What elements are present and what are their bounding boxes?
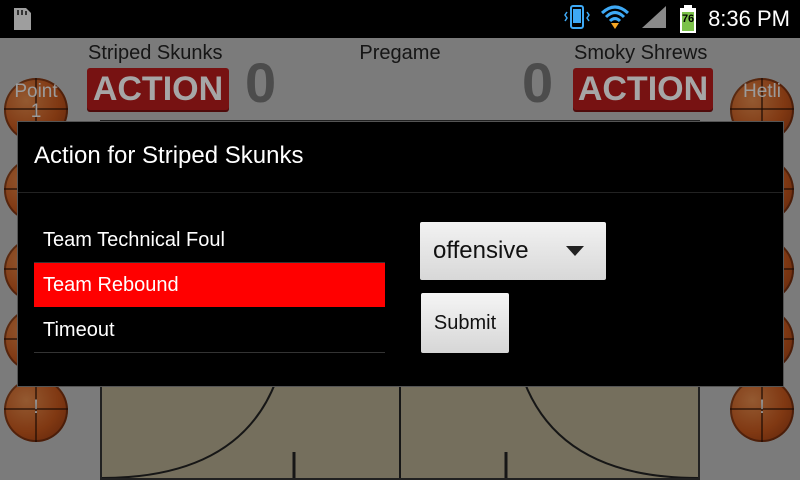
rebound-type-dropdown[interactable]: offensive — [420, 222, 606, 280]
battery-icon: 76 — [678, 4, 698, 34]
status-time: 8:36 PM — [708, 6, 790, 31]
wifi-icon — [600, 3, 630, 36]
action-dialog: Action for Striped Skunks Team Technical… — [18, 122, 783, 386]
dialog-title: Action for Striped Skunks — [34, 142, 304, 169]
signal-icon — [640, 4, 668, 35]
dropdown-selected-value: offensive — [433, 237, 529, 264]
status-bar: 76 8:36 PM — [0, 0, 800, 38]
sd-card-icon — [10, 6, 34, 32]
action-list: Team Technical Foul Team Rebound Timeout — [34, 218, 385, 353]
battery-level: 76 — [681, 13, 695, 25]
list-item-team-technical-foul[interactable]: Team Technical Foul — [34, 218, 385, 263]
title-divider — [18, 192, 783, 193]
list-item-team-rebound[interactable]: Team Rebound — [34, 263, 385, 308]
chevron-down-icon — [566, 246, 584, 256]
submit-button[interactable]: Submit — [421, 293, 509, 353]
vibrate-icon — [564, 3, 590, 36]
list-item-timeout[interactable]: Timeout — [34, 308, 385, 353]
